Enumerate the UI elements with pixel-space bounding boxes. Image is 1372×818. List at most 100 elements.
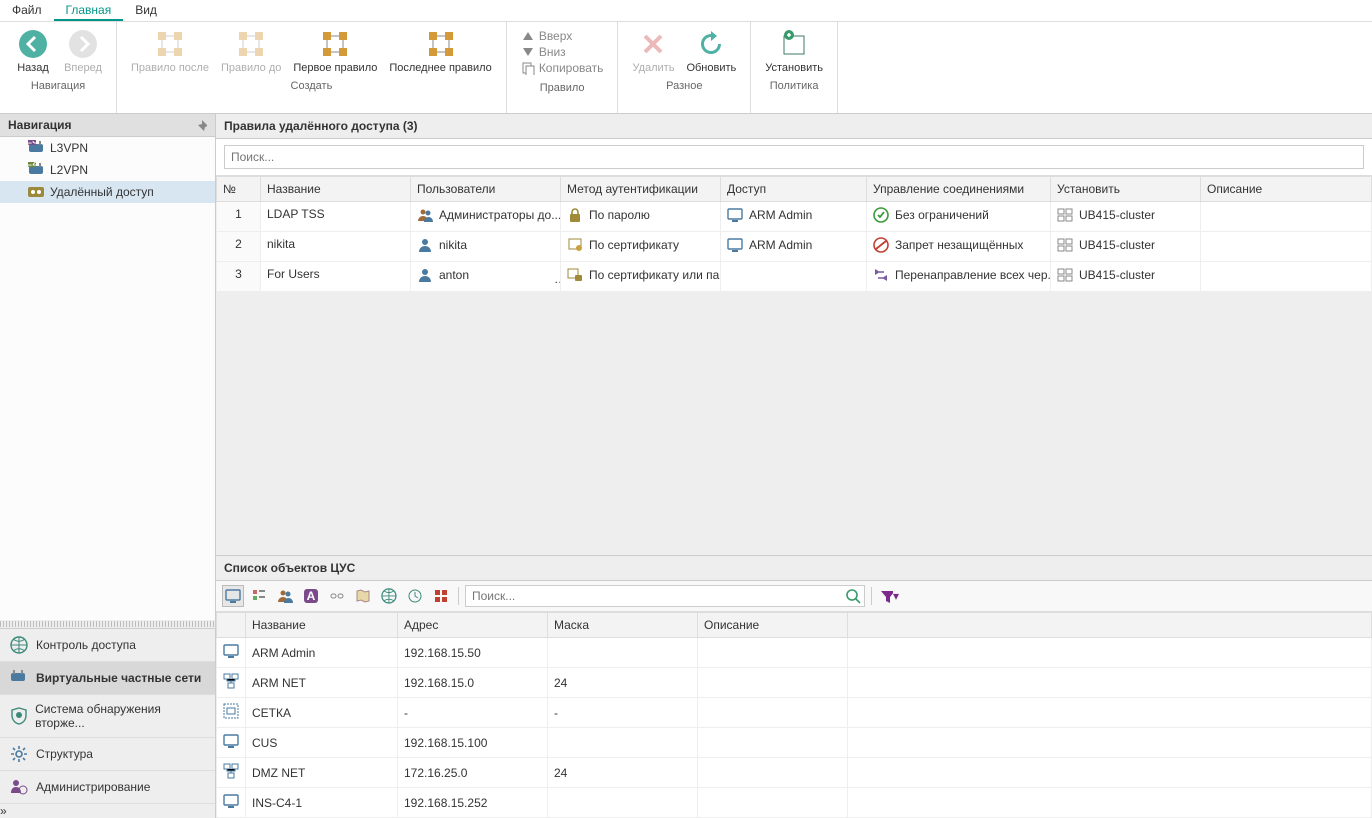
rule-before-button[interactable]: Правило до xyxy=(215,26,287,76)
delete-button[interactable]: Удалить xyxy=(626,26,680,76)
footnav-ids[interactable]: Система обнаружения вторже... xyxy=(0,695,215,738)
footnav-access[interactable]: Контроль доступа xyxy=(0,629,215,662)
tb-clock[interactable] xyxy=(404,585,426,607)
monitor-icon xyxy=(225,588,241,604)
footnav-label: Виртуальные частные сети xyxy=(36,671,201,685)
refresh-button[interactable]: Обновить xyxy=(680,26,742,76)
object-row[interactable]: ARM NET192.168.15.024 xyxy=(217,668,1372,698)
rule-row[interactable]: 1LDAP TSSАдминистраторы до...По паролюAR… xyxy=(217,202,1372,232)
col-num[interactable]: № xyxy=(217,177,261,202)
nav-title: Навигация xyxy=(8,118,72,132)
ocol-name[interactable]: Название xyxy=(246,613,398,638)
rule-row[interactable]: 3For UsersantonПользователи доменаПо сер… xyxy=(217,262,1372,292)
nav-back-button[interactable]: Назад xyxy=(8,26,58,76)
rules-search-input[interactable] xyxy=(224,145,1364,169)
first-rule-button[interactable]: Первое правило xyxy=(287,26,383,76)
menu-file[interactable]: Файл xyxy=(0,0,54,21)
footnav-label: Администрирование xyxy=(36,780,150,794)
col-users[interactable]: Пользователи xyxy=(411,177,561,202)
last-rule-button[interactable]: Последнее правило xyxy=(383,26,497,76)
conn-icon xyxy=(873,237,889,253)
filter-button[interactable]: ▾ xyxy=(878,585,900,607)
objects-search-input[interactable] xyxy=(465,585,865,607)
pin-icon[interactable] xyxy=(195,119,207,131)
copy-icon xyxy=(521,61,535,75)
node-icon: L2 xyxy=(28,162,44,178)
tb-a[interactable]: A xyxy=(300,585,322,607)
link-icon xyxy=(329,588,345,604)
ocol-mask[interactable]: Маска xyxy=(548,613,698,638)
object-row[interactable]: СЕТКА-- xyxy=(217,698,1372,728)
delete-icon xyxy=(637,28,669,60)
obj-kind-icon xyxy=(223,763,239,779)
group-create-label: Создать xyxy=(291,76,333,92)
object-row[interactable]: CUS192.168.15.100 xyxy=(217,728,1372,758)
tree-l2[interactable]: L2 L2VPN xyxy=(0,159,215,181)
tree-label: L3VPN xyxy=(50,141,88,155)
footnav-label: Структура xyxy=(36,747,93,761)
tree-label: Удалённый доступ xyxy=(50,185,154,199)
users-icon xyxy=(277,588,293,604)
globe-icon xyxy=(381,588,397,604)
tree-label: L2VPN xyxy=(50,163,88,177)
search-icon[interactable] xyxy=(845,588,861,604)
object-row[interactable]: INS-C4-1192.168.15.252 xyxy=(217,788,1372,818)
menu-main[interactable]: Главная xyxy=(54,0,124,21)
obj-kind-icon xyxy=(223,793,239,809)
tb-pc[interactable] xyxy=(222,585,244,607)
obj-kind-icon xyxy=(223,643,239,659)
monitor-icon xyxy=(727,207,743,223)
splitter-grip[interactable] xyxy=(0,621,215,627)
copy-button[interactable]: Копировать xyxy=(519,60,606,76)
footnav-admin[interactable]: Администрирование xyxy=(0,771,215,804)
footnav-icon xyxy=(10,669,28,687)
svg-text:A: A xyxy=(307,589,316,603)
nav-toggle[interactable]: » xyxy=(0,804,215,818)
tb-globe[interactable] xyxy=(378,585,400,607)
tb-list[interactable] xyxy=(248,585,270,607)
col-conn[interactable]: Управление соединениями xyxy=(867,177,1051,202)
blank-area xyxy=(216,292,1372,555)
object-row[interactable]: DMZ NET172.16.25.024 xyxy=(217,758,1372,788)
triangle-down-icon xyxy=(521,45,535,59)
install-button[interactable]: Установить xyxy=(759,26,829,76)
group-nav-label: Навигация xyxy=(31,76,85,92)
footnav-icon xyxy=(10,778,28,796)
move-down-button[interactable]: Вниз xyxy=(519,44,606,60)
letter-a-icon: A xyxy=(303,588,319,604)
nav-fwd-button[interactable]: Вперед xyxy=(58,26,108,76)
ocol-desc[interactable]: Описание xyxy=(698,613,848,638)
footnav-struct[interactable]: Структура xyxy=(0,738,215,771)
filter-icon xyxy=(879,588,893,604)
list-icon xyxy=(251,588,267,604)
col-name[interactable]: Название xyxy=(261,177,411,202)
footnav-vpn[interactable]: Виртуальные частные сети xyxy=(0,662,215,695)
tb-link[interactable] xyxy=(326,585,348,607)
menu-view[interactable]: Вид xyxy=(123,0,169,21)
monitor-icon xyxy=(727,237,743,253)
tb-users[interactable] xyxy=(274,585,296,607)
arrow-right-icon xyxy=(67,28,99,60)
object-row[interactable]: ARM Admin192.168.15.50 xyxy=(217,638,1372,668)
move-up-button[interactable]: Вверх xyxy=(519,28,606,44)
users-icon xyxy=(417,207,433,223)
user-icon xyxy=(417,267,433,283)
auth-icon xyxy=(567,237,583,253)
rule-row[interactable]: 2nikitanikitaПо сертификатуARM AdminЗапр… xyxy=(217,232,1372,262)
tb-map[interactable] xyxy=(352,585,374,607)
obj-kind-icon xyxy=(223,673,239,689)
svg-text:L2: L2 xyxy=(28,162,39,169)
col-install[interactable]: Установить xyxy=(1051,177,1201,202)
footnav-icon xyxy=(10,745,28,763)
obj-kind-icon xyxy=(223,703,239,719)
footnav-icon xyxy=(10,636,28,654)
ocol-icon[interactable] xyxy=(217,613,246,638)
tree-ra[interactable]: Удалённый доступ xyxy=(0,181,215,203)
tree-l3[interactable]: L3L3VPN xyxy=(0,137,215,159)
col-access[interactable]: Доступ xyxy=(721,177,867,202)
tb-grid[interactable] xyxy=(430,585,452,607)
col-desc[interactable]: Описание xyxy=(1201,177,1372,202)
rule-after-button[interactable]: Правило после xyxy=(125,26,215,76)
col-auth[interactable]: Метод аутентификации xyxy=(561,177,721,202)
ocol-addr[interactable]: Адрес xyxy=(398,613,548,638)
